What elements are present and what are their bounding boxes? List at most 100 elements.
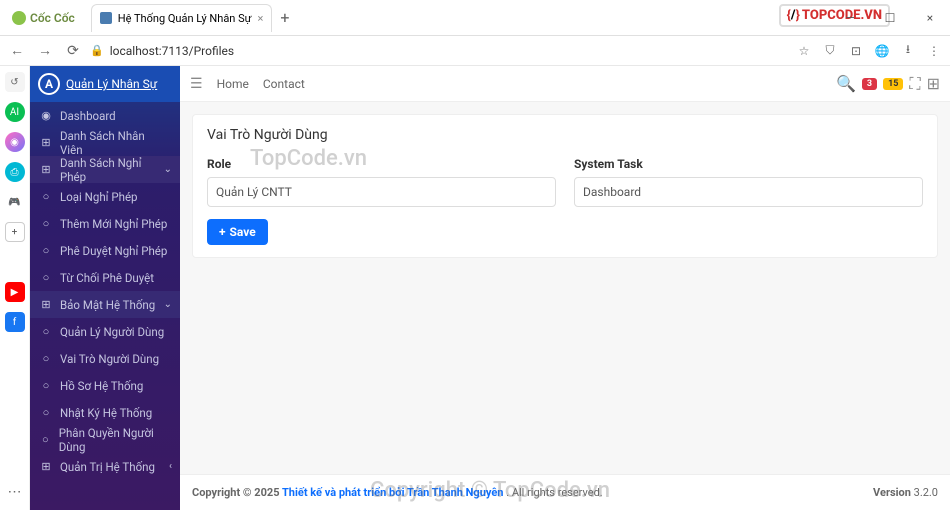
card-role: Vai Trò Người Dùng Role System Task + Sa… [192, 114, 938, 258]
rail-more-icon[interactable]: ⋯ [8, 484, 22, 500]
sidebar-item[interactable]: ⊞Bảo Mật Hệ Thống⌄ [30, 291, 180, 318]
save-button[interactable]: + Save [207, 219, 268, 245]
nav-item-label: Loại Nghỉ Phép [60, 190, 138, 204]
nav-item-icon: ○ [40, 190, 52, 203]
nav-home[interactable]: Home [217, 77, 249, 91]
nav-item-icon: ○ [40, 406, 52, 419]
nav-item-icon: ○ [40, 379, 52, 392]
nav-item-icon: ○ [40, 433, 51, 446]
nav-item-label: Danh Sách Nghỉ Phép [60, 156, 170, 184]
tab-title: Hệ Thống Quản Lý Nhân Sự [118, 12, 252, 25]
tab-favicon [100, 12, 112, 24]
sidebar-item[interactable]: ○Phê Duyệt Nghỉ Phép [30, 237, 180, 264]
menu-icon[interactable]: ⋮ [924, 41, 944, 61]
brand-icon: A [38, 73, 60, 95]
fullscreen-icon[interactable]: ⛶ [909, 74, 920, 94]
sidebar-item[interactable]: ○ Từ Chối Phê Duyệt [30, 264, 180, 291]
window-minimize[interactable]: — [830, 0, 870, 36]
sidebar-item[interactable]: ◉ Dashboard [30, 102, 180, 129]
shield-icon[interactable]: ⛉ [820, 41, 840, 61]
nav-item-icon: ○ [40, 352, 52, 365]
nav-item-label: Thêm Mới Nghỉ Phép [60, 217, 167, 231]
footer: Copyright © 2025 Thiết kế và phát triển … [180, 474, 950, 510]
browser-logo: Cốc Cốc [4, 11, 83, 25]
messenger-icon[interactable]: ◉ [5, 132, 25, 152]
nav-item-label: Hồ Sơ Hệ Thống [60, 379, 143, 393]
nav-item-label: Quản Lý Người Dùng [60, 325, 164, 339]
sidebar-item[interactable]: ○ Phân Quyền Người Dùng [30, 426, 180, 453]
nav-item-icon: ⊞ [40, 136, 52, 149]
task-label: System Task [574, 157, 923, 171]
browser-left-rail: ↺ AI ◉ ⎙ 🎮 + ▶ f ⋯ [0, 66, 30, 510]
apps-icon[interactable]: ⊞ [927, 74, 940, 93]
nav-item-icon: ○ [40, 325, 52, 338]
ai-icon[interactable]: AI [5, 102, 25, 122]
star-icon[interactable]: ☆ [794, 41, 814, 61]
role-input[interactable] [207, 177, 556, 207]
sidebar-item[interactable]: ⊞ Danh Sách Nghỉ Phép⌄ [30, 156, 180, 183]
nav-item-label: Quản Trị Hệ Thống [60, 460, 155, 474]
badge-notifications[interactable]: 3 [862, 78, 877, 90]
window-close[interactable]: × [910, 0, 950, 36]
task-input[interactable] [574, 177, 923, 207]
lock-icon: 🔒 [90, 44, 104, 57]
sidebar-item[interactable]: ○ Hồ Sơ Hệ Thống [30, 372, 180, 399]
sidebar-item[interactable]: ○Thêm Mới Nghỉ Phép [30, 210, 180, 237]
forward-button[interactable]: → [34, 40, 56, 62]
role-label: Role [207, 157, 556, 171]
add-shortcut-icon[interactable]: + [5, 222, 25, 242]
nav-item-label: Nhật Ký Hệ Thống [60, 406, 152, 420]
badge-tasks[interactable]: 15 [883, 78, 903, 90]
globe-icon[interactable]: 🌐 [872, 41, 892, 61]
nav-item-label: Phân Quyền Người Dùng [59, 426, 170, 454]
tab-close-icon[interactable]: × [257, 12, 263, 25]
nav-item-icon: ⊞ [40, 298, 52, 311]
window-controls: — ☐ × [830, 0, 950, 36]
content: Vai Trò Người Dùng Role System Task + Sa… [180, 102, 950, 474]
browser-tab[interactable]: Hệ Thống Quản Lý Nhân Sự × [91, 4, 273, 32]
nav-item-icon: ⊞ [40, 163, 52, 176]
footer-link[interactable]: Thiết kế và phát triển bởi Trần Thanh Ng… [282, 486, 503, 499]
sidebar-item[interactable]: ⊞ Danh Sách Nhân Viên [30, 129, 180, 156]
new-tab-button[interactable]: + [280, 8, 289, 27]
search-icon[interactable]: 🔍 [836, 74, 856, 93]
sidebar-item[interactable]: ○ Nhật Ký Hệ Thống [30, 399, 180, 426]
save-label: Save [230, 225, 256, 239]
reload-button[interactable]: ⟳ [62, 40, 84, 62]
version-value: 3.2.0 [914, 486, 938, 499]
nav-item-label: Từ Chối Phê Duyệt [60, 271, 154, 285]
card-title: Vai Trò Người Dùng [207, 127, 923, 143]
coccoc-icon [12, 11, 26, 25]
nav-item-label: Dashboard [60, 109, 116, 123]
sidebar-item[interactable]: ⊞Quản Trị Hệ Thống‹ [30, 453, 180, 480]
sidebar-brand[interactable]: A Quản Lý Nhân Sự [30, 66, 180, 102]
url-text[interactable]: localhost:7113/Profiles [110, 44, 234, 58]
facebook-icon[interactable]: f [5, 312, 25, 332]
sidebar-item[interactable]: ○Vai Trò Người Dùng [30, 345, 180, 372]
game-icon[interactable]: 🎮 [5, 192, 25, 212]
hamburger-icon[interactable]: ☰ [190, 76, 203, 92]
nav-item-icon: ○ [40, 244, 52, 257]
nav-contact[interactable]: Contact [263, 77, 305, 91]
rail-icon-4[interactable]: ⎙ [5, 162, 25, 182]
nav-item-icon: ◉ [40, 109, 52, 122]
nav-item-icon: ○ [40, 271, 52, 284]
chevron-icon: ⌄ [164, 164, 172, 175]
youtube-icon[interactable]: ▶ [5, 282, 25, 302]
nav-item-label: Danh Sách Nhân Viên [60, 129, 170, 157]
download-icon[interactable]: ⭳ [898, 41, 918, 61]
copyright-text: Copyright © 2025 [192, 486, 282, 499]
browser-addressbar: ← → ⟳ 🔒 localhost:7113/Profiles ☆ ⛉ ⊡ 🌐 … [0, 36, 950, 66]
browser-name: Cốc Cốc [30, 11, 75, 25]
app-container: A Quản Lý Nhân Sự ◉ Dashboard ⊞ Danh Sách N… [30, 66, 950, 510]
main: ☰ Home Contact 🔍 3 15 ⛶ ⊞ Vai Trò Người … [180, 66, 950, 510]
back-button[interactable]: ← [6, 40, 28, 62]
extension-icon[interactable]: ⊡ [846, 41, 866, 61]
sidebar: A Quản Lý Nhân Sự ◉ Dashboard ⊞ Danh Sách N… [30, 66, 180, 510]
sidebar-item[interactable]: ○ Loại Nghỉ Phép [30, 183, 180, 210]
window-maximize[interactable]: ☐ [870, 0, 910, 36]
history-icon[interactable]: ↺ [5, 72, 25, 92]
sidebar-item[interactable]: ○ Quản Lý Người Dùng [30, 318, 180, 345]
browser-titlebar: Cốc Cốc Hệ Thống Quản Lý Nhân Sự × + {/}… [0, 0, 950, 36]
nav-item-label: Bảo Mật Hệ Thống [60, 298, 155, 312]
